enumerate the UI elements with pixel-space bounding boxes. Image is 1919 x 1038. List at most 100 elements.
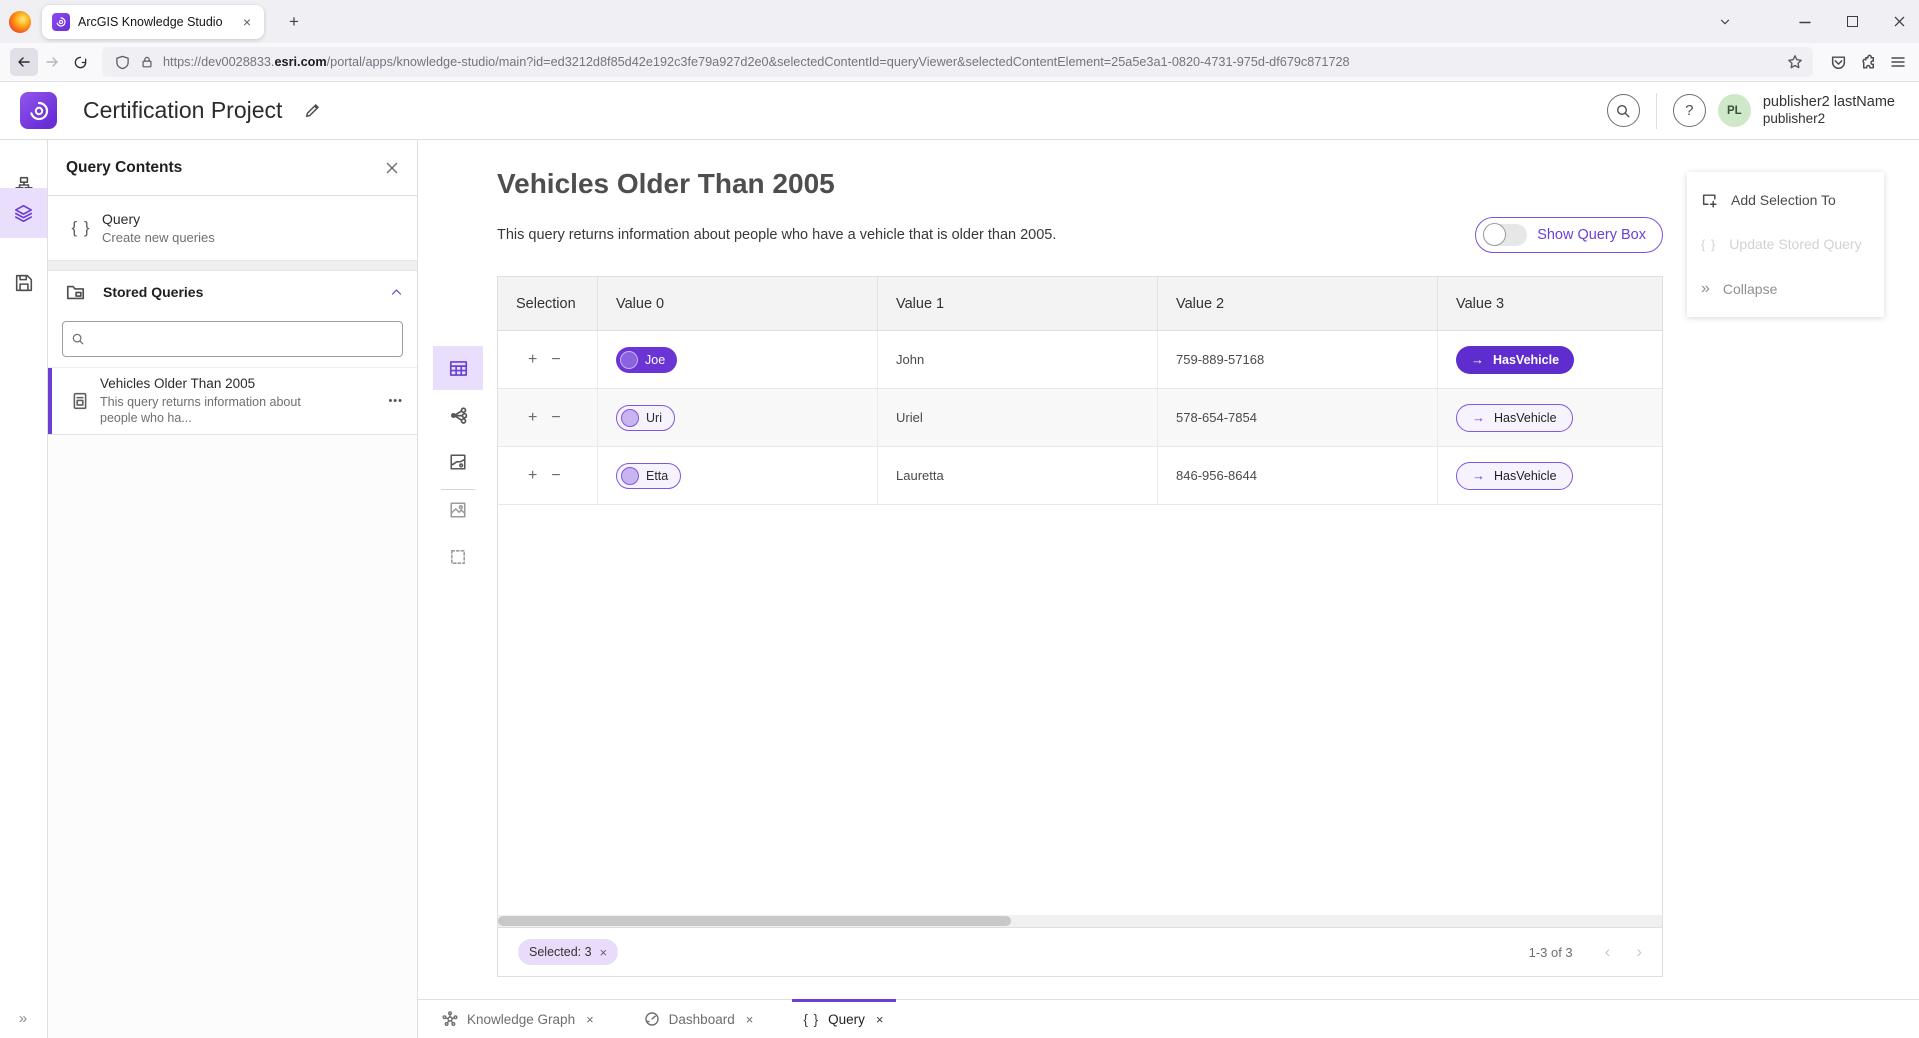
tab-query[interactable]: { } Query × [786, 1000, 902, 1038]
clear-selection-icon[interactable]: × [600, 945, 608, 960]
braces-icon: { } [803, 1012, 819, 1027]
firefox-icon[interactable] [9, 11, 31, 33]
column-header-value2: Value 2 [1158, 277, 1438, 330]
tab-dashboard[interactable]: Dashboard × [627, 1000, 773, 1038]
stored-queries-header[interactable]: Stored Queries [48, 271, 417, 313]
search-button[interactable] [1607, 94, 1640, 127]
help-button[interactable]: ? [1673, 94, 1706, 127]
url-field[interactable]: https://dev0028833.esri.com/portal/apps/… [102, 47, 1813, 77]
tab-close-icon[interactable]: × [584, 1010, 596, 1029]
window-close-button[interactable] [1876, 0, 1919, 43]
user-avatar[interactable]: PL [1718, 94, 1751, 127]
selected-indicator [48, 368, 52, 434]
relationship-pill[interactable]: →HasVehicle [1456, 404, 1573, 432]
reload-button[interactable] [66, 48, 94, 76]
edit-pencil-icon[interactable] [304, 102, 321, 119]
link-chart-view-icon[interactable] [433, 393, 483, 437]
selection-tool-icon[interactable] [433, 535, 483, 579]
menu-item-collapse[interactable]: » Collapse [1687, 269, 1884, 309]
add-to-selection-button[interactable]: + [528, 352, 537, 368]
panel-close-icon[interactable] [381, 157, 403, 179]
page-previous-icon[interactable]: ‹ [1605, 942, 1611, 962]
relationship-pill[interactable]: →HasVehicle [1456, 346, 1574, 374]
back-button[interactable] [10, 48, 38, 76]
window-minimize-button[interactable] [1782, 0, 1828, 43]
url-text: https://dev0028833.esri.com/portal/apps/… [163, 55, 1785, 69]
tab-knowledge-graph[interactable]: Knowledge Graph × [425, 1000, 613, 1038]
save-rail-icon[interactable] [0, 258, 47, 308]
bottom-tab-bar: Knowledge Graph × Dashboard × { } Query … [418, 999, 1919, 1038]
query-results-table: Selection Value 0 Value 1 Value 2 Value … [497, 276, 1663, 977]
value2-cell: 846-956-8644 [1158, 447, 1438, 504]
expand-rail-icon[interactable]: » [0, 1006, 47, 1030]
remove-from-selection-button[interactable]: − [551, 410, 560, 426]
show-query-box-toggle[interactable]: Show Query Box [1475, 217, 1663, 253]
scrollbar-thumb[interactable] [498, 916, 1011, 926]
table-view-icon[interactable] [433, 346, 483, 390]
menu-item-update-stored-query[interactable]: { } Update Stored Query [1687, 224, 1884, 264]
toggle-label: Show Query Box [1537, 227, 1646, 243]
add-to-selection-button[interactable]: + [528, 468, 537, 484]
item-options-ellipsis-icon[interactable]: ••• [384, 391, 407, 411]
tab-close-icon[interactable]: × [744, 1010, 756, 1029]
browser-tab-strip: ArcGIS Knowledge Studio × + [0, 0, 1919, 43]
add-to-selection-button[interactable]: + [528, 410, 537, 426]
context-menu: Add Selection To { } Update Stored Query… [1687, 172, 1884, 317]
left-rail: » [0, 140, 48, 1038]
user-menu[interactable]: publisher2 lastName publisher2 [1763, 93, 1895, 128]
value2-cell: 759-889-57168 [1158, 331, 1438, 388]
add-selection-icon [1701, 192, 1718, 209]
hamburger-menu-icon[interactable] [1883, 47, 1913, 77]
page-description: This query returns information about peo… [497, 227, 1056, 243]
contents-layers-rail-icon[interactable] [0, 188, 47, 238]
relationship-pill[interactable]: →HasVehicle [1456, 462, 1573, 490]
table-footer: Selected: 3 × 1-3 of 3 ‹ › [498, 927, 1662, 976]
stored-queries-title: Stored Queries [103, 284, 390, 300]
stored-query-item[interactable]: Vehicles Older Than 2005 This query retu… [48, 367, 417, 435]
stored-query-doc-icon [60, 392, 100, 410]
extensions-puzzle-icon[interactable] [1853, 47, 1883, 77]
entity-pill[interactable]: Uri [616, 405, 675, 431]
horizontal-scrollbar[interactable] [498, 915, 1662, 927]
panel-empty-area [48, 435, 417, 1038]
browser-tab[interactable]: ArcGIS Knowledge Studio × [42, 5, 264, 39]
page-next-icon[interactable]: › [1636, 942, 1642, 962]
column-header-value0: Value 0 [598, 277, 878, 330]
search-icon [71, 332, 85, 346]
stored-queries-search-input[interactable] [93, 332, 394, 347]
image-view-icon[interactable] [433, 488, 483, 532]
user-name: publisher2 lastName [1763, 93, 1895, 111]
stored-queries-search[interactable] [62, 321, 403, 357]
tab-title: ArcGIS Knowledge Studio [78, 15, 238, 29]
tracking-shield-icon[interactable] [115, 55, 130, 70]
pocket-icon[interactable] [1823, 47, 1853, 77]
tab-close-icon[interactable]: × [238, 12, 256, 32]
query-create-item[interactable]: { } Query Create new queries [48, 196, 417, 261]
screen: ArcGIS Knowledge Studio × + [0, 0, 1919, 1038]
map-view-icon[interactable] [433, 440, 483, 484]
entity-pill[interactable]: Etta [616, 463, 681, 489]
tab-close-icon[interactable]: × [874, 1010, 886, 1029]
arcgis-knowledge-logo [20, 92, 57, 129]
braces-icon: { } [60, 218, 102, 238]
folder-icon [66, 283, 85, 302]
forward-button[interactable] [38, 48, 66, 76]
lock-icon[interactable] [140, 55, 154, 69]
tab-list-chevron-icon[interactable] [1702, 0, 1748, 43]
table-row: + − Etta Lauretta 846-956-8644 →HasVehic… [498, 447, 1662, 505]
entity-pill[interactable]: Joe [616, 347, 677, 373]
window-restore-button[interactable] [1829, 0, 1875, 43]
table-row: + − Uri Uriel 578-654-7854 →HasVehicle [498, 389, 1662, 447]
menu-item-add-selection-to[interactable]: Add Selection To [1687, 180, 1884, 220]
remove-from-selection-button[interactable]: − [551, 352, 560, 368]
stored-query-title: Vehicles Older Than 2005 [100, 376, 384, 391]
browser-toolbar: https://dev0028833.esri.com/portal/apps/… [0, 43, 1919, 82]
app-header: Certification Project ? PL publisher2 la… [0, 82, 1919, 140]
query-item-label: Query [102, 211, 215, 227]
selected-count-chip[interactable]: Selected: 3 × [518, 939, 618, 965]
bookmark-star-icon[interactable] [1787, 54, 1803, 70]
new-tab-button[interactable]: + [282, 10, 306, 34]
remove-from-selection-button[interactable]: − [551, 468, 560, 484]
knowledge-graph-icon [442, 1011, 458, 1027]
query-item-description: Create new queries [102, 230, 215, 245]
